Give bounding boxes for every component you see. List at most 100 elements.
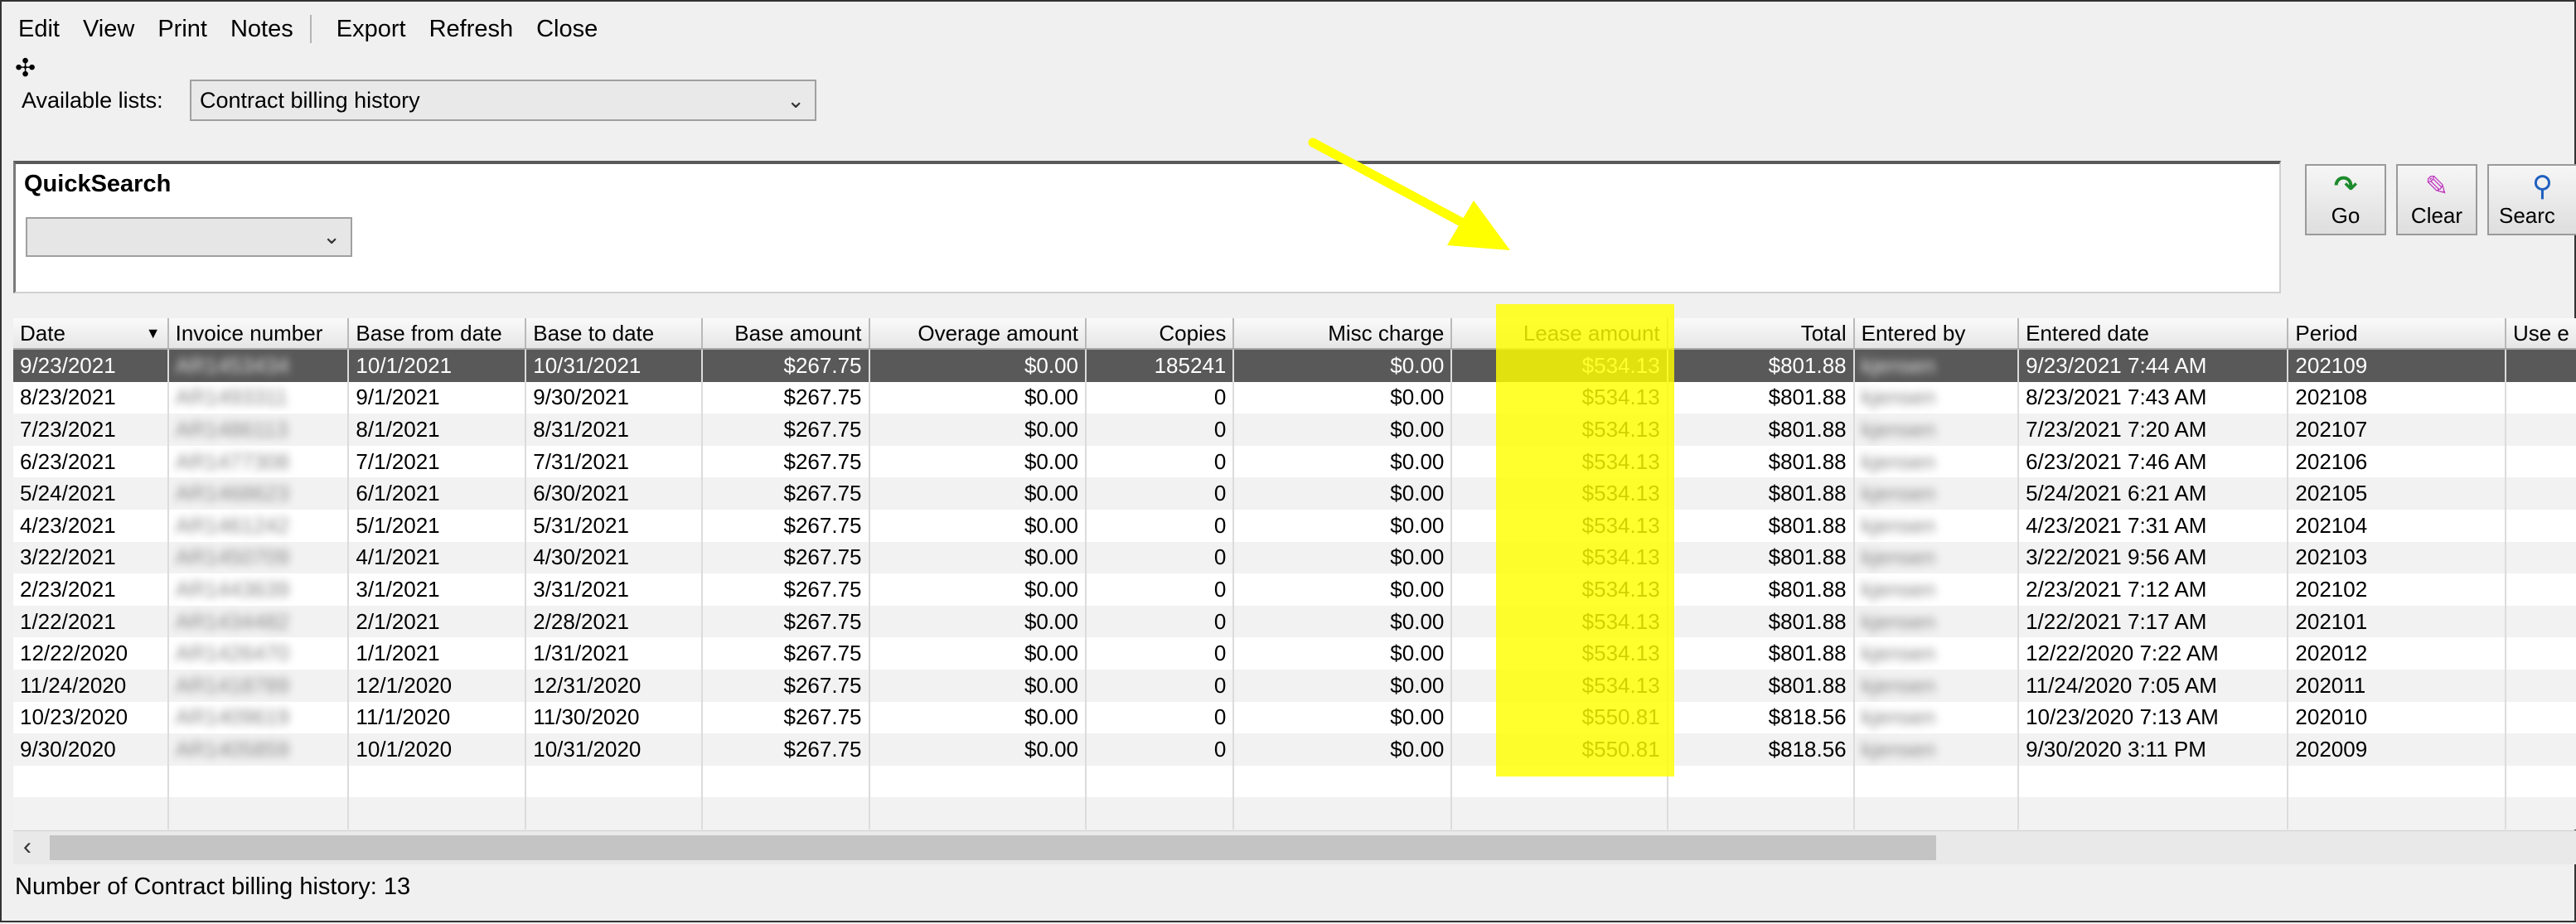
column-header-base-from-date[interactable]: Base from date xyxy=(348,318,527,350)
menu-export[interactable]: Export xyxy=(320,16,418,43)
column-header-date[interactable]: Date ▼ xyxy=(13,318,169,350)
empty-cell xyxy=(2018,765,2289,798)
cell-date: 2/23/2021 xyxy=(13,573,169,606)
column-header-invoice-number[interactable]: Invoice number xyxy=(167,318,350,350)
empty-cell xyxy=(1853,765,2020,798)
eraser-icon: ✎ xyxy=(2424,171,2449,202)
horizontal-scrollbar[interactable]: ‹ xyxy=(13,830,2576,864)
column-header-misc-charge[interactable]: Misc charge xyxy=(1233,318,1453,350)
empty-cell xyxy=(869,797,1087,830)
cell-entered-date: 3/22/2021 9:56 AM xyxy=(2018,541,2289,574)
go-button[interactable]: ↷ Go xyxy=(2305,164,2386,235)
cell-total: $801.88 xyxy=(1667,477,1855,510)
cell-invoice-number: AR1477308 xyxy=(167,445,350,478)
cell-use xyxy=(2505,414,2576,446)
column-header-overage-amount[interactable]: Overage amount xyxy=(869,318,1087,350)
redacted-text: AR1405859 xyxy=(175,736,289,762)
table-row[interactable]: 2/23/2021 AR1443639 3/1/2021 3/31/2021 $267.… xyxy=(13,573,2576,606)
table-row[interactable]: 1/22/2021 AR1434482 2/1/2021 2/28/2021 $267.… xyxy=(13,605,2576,638)
empty-cell xyxy=(1451,797,1668,830)
cell-overage-amount: $0.00 xyxy=(869,477,1087,510)
empty-cell xyxy=(1853,797,2020,830)
scroll-left-icon[interactable]: ‹ xyxy=(23,833,31,861)
menu-edit[interactable]: Edit xyxy=(2,16,71,43)
menu-print[interactable]: Print xyxy=(146,16,219,43)
table-row[interactable]: 10/23/2020 AR1409619 11/1/2020 11/30/2020 $2… xyxy=(13,701,2576,734)
cell-entered-date: 5/24/2021 6:21 AM xyxy=(2018,477,2289,510)
column-header-copies[interactable]: Copies xyxy=(1086,318,1235,350)
cell-entered-by: kjensen xyxy=(1853,349,2020,382)
cell-entered-by: kjensen xyxy=(1853,381,2020,414)
menu-view[interactable]: View xyxy=(71,16,146,43)
column-header-use[interactable]: Use e xyxy=(2505,318,2576,350)
redacted-text: kjensen xyxy=(1861,544,1936,570)
table-row[interactable]: 4/23/2021 AR1461242 5/1/2021 5/31/2021 $267.… xyxy=(13,509,2576,542)
cell-base-amount: $267.75 xyxy=(701,573,870,606)
cell-total: $801.88 xyxy=(1667,509,1855,542)
cell-invoice-number: AR1461242 xyxy=(167,509,350,542)
cell-copies: 0 xyxy=(1086,605,1235,638)
empty-cell xyxy=(1233,797,1453,830)
cell-period: 202105 xyxy=(2288,477,2506,510)
empty-cell xyxy=(2018,797,2289,830)
cell-base-to-date: 7/31/2021 xyxy=(525,445,703,478)
column-header-entered-by[interactable]: Entered by xyxy=(1853,318,2020,350)
table-row[interactable]: 6/23/2021 AR1477308 7/1/2021 7/31/2021 $267.… xyxy=(13,445,2576,478)
available-lists-value: Contract billing history xyxy=(200,87,420,113)
cell-total: $801.88 xyxy=(1667,637,1855,670)
cell-entered-by: kjensen xyxy=(1853,541,2020,574)
table-row[interactable]: 9/30/2020 AR1405859 10/1/2020 10/31/2020 $26… xyxy=(13,733,2576,766)
cell-overage-amount: $0.00 xyxy=(869,349,1087,382)
table-row[interactable]: 11/24/2020 AR1418789 12/1/2020 12/31/2020 $2… xyxy=(13,669,2576,702)
clear-button[interactable]: ✎ Clear xyxy=(2396,164,2477,235)
cell-base-amount: $267.75 xyxy=(701,445,870,478)
cell-copies: 185241 xyxy=(1086,349,1235,382)
cell-copies: 0 xyxy=(1086,477,1235,510)
scrollbar-thumb[interactable] xyxy=(50,835,1936,860)
cell-base-to-date: 8/31/2021 xyxy=(525,414,703,446)
search-button[interactable]: ⚲ Searc xyxy=(2487,164,2576,235)
empty-cell xyxy=(2288,797,2506,830)
cell-lease-amount: $534.13 xyxy=(1451,381,1668,414)
column-header-base-to-date[interactable]: Base to date xyxy=(525,318,703,350)
cell-date: 9/23/2021 xyxy=(13,349,169,382)
table-row[interactable]: 12/22/2020 AR1426470 1/1/2021 1/31/2021 $267… xyxy=(13,637,2576,670)
column-header-base-amount[interactable]: Base amount xyxy=(701,318,870,350)
table-row[interactable]: 8/23/2021 AR1493311 9/1/2021 9/30/2021 $267.… xyxy=(13,381,2576,414)
column-header-period[interactable]: Period xyxy=(2288,318,2506,350)
redacted-text: kjensen xyxy=(1861,416,1936,442)
cell-entered-date: 8/23/2021 7:43 AM xyxy=(2018,381,2289,414)
cell-misc-charge: $0.00 xyxy=(1233,477,1453,510)
cell-date: 11/24/2020 xyxy=(13,669,169,702)
table-row[interactable]: 9/23/2021 AR1453434 10/1/2021 10/31/2021 $26… xyxy=(13,349,2576,382)
menu-close[interactable]: Close xyxy=(525,16,609,43)
empty-cell xyxy=(525,797,703,830)
column-header-total[interactable]: Total xyxy=(1667,318,1855,350)
table-row[interactable]: 7/23/2021 AR1486113 8/1/2021 8/31/2021 $267.… xyxy=(13,414,2576,446)
menu-notes[interactable]: Notes xyxy=(219,16,305,43)
quicksearch-select[interactable]: ⌄ xyxy=(26,217,352,257)
cell-date: 4/23/2021 xyxy=(13,509,169,542)
cell-entered-date: 4/23/2021 7:31 AM xyxy=(2018,509,2289,542)
column-header-entered-date[interactable]: Entered date xyxy=(2018,318,2289,350)
cell-entered-date: 7/23/2021 7:20 AM xyxy=(2018,414,2289,446)
redacted-text: kjensen xyxy=(1861,512,1936,538)
cell-total: $818.56 xyxy=(1667,701,1855,734)
cell-overage-amount: $0.00 xyxy=(869,701,1087,734)
empty-cell xyxy=(1451,765,1668,798)
cell-date: 1/22/2021 xyxy=(13,605,169,638)
table-row[interactable]: 3/22/2021 AR1450709 4/1/2021 4/30/2021 $267.… xyxy=(13,541,2576,574)
cell-period: 202009 xyxy=(2288,733,2506,766)
cell-use xyxy=(2505,541,2576,574)
cell-use xyxy=(2505,669,2576,702)
cell-period: 202106 xyxy=(2288,445,2506,478)
cell-base-from-date: 2/1/2021 xyxy=(348,605,527,638)
cell-total: $801.88 xyxy=(1667,669,1855,702)
menu-refresh[interactable]: Refresh xyxy=(418,16,525,43)
available-lists-select[interactable]: Contract billing history ⌄ xyxy=(190,80,816,121)
redacted-text: kjensen xyxy=(1861,352,1936,378)
cell-base-amount: $267.75 xyxy=(701,349,870,382)
table-row[interactable]: 5/24/2021 AR1468623 6/1/2021 6/30/2021 $267.… xyxy=(13,477,2576,510)
table-header-row: Date ▼ Invoice number Base from date Base… xyxy=(13,318,2576,350)
column-header-lease-amount[interactable]: Lease amount xyxy=(1451,318,1668,350)
